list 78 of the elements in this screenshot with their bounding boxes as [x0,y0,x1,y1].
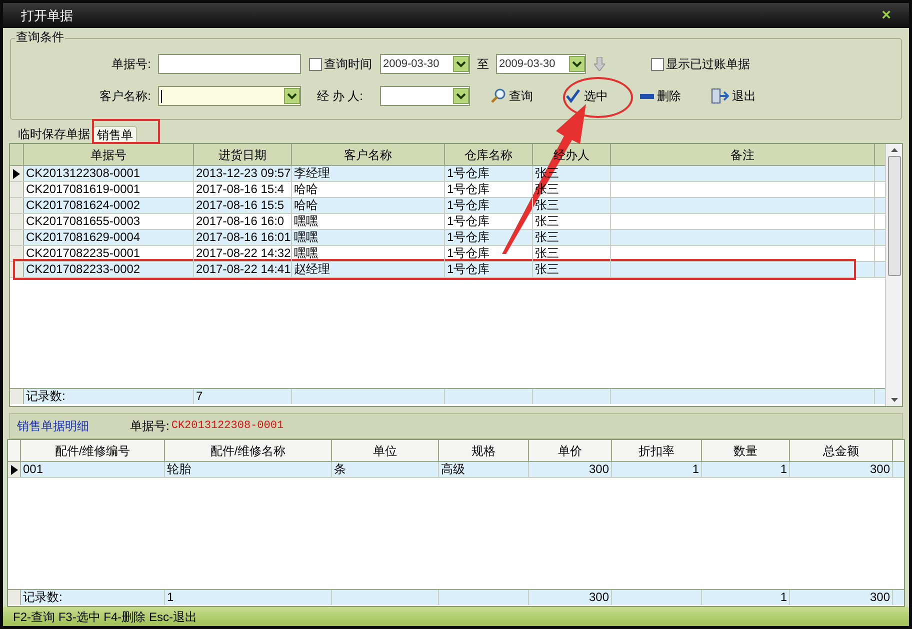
tab[interactable]: 销售单 [93,126,137,143]
table-cell: 300 [790,462,893,477]
footer-cell: 记录数: [24,389,194,404]
column-header[interactable]: 仓库名称 [445,144,533,165]
range-label: 至 [477,56,489,73]
table-cell: 李经理 [292,166,445,181]
footer-cell: 1 [702,590,790,605]
date-from-picker[interactable]: 2009-03-30 [380,54,470,74]
table-cell: 哈哈 [292,182,445,197]
column-header[interactable]: 配件/维修名称 [165,440,332,461]
table-cell: 嘿嘿 [292,214,445,229]
footer-cell: 1 [165,590,332,605]
footer-cell: 7 [194,389,292,404]
toolbar-button[interactable]: 删除 [640,85,681,107]
tab[interactable]: 临时保存单据 [15,126,93,143]
table-cell: 1号仓库 [445,166,533,181]
footer-cell: 300 [790,590,893,605]
shortcut-hint: F2-查询 F3-选中 F4-删除 Esc-退出 [13,608,198,626]
date-to-picker[interactable]: 2009-03-30 [496,54,586,74]
table-cell: 条 [332,462,439,477]
table-cell: 2013-12-23 09:57 [194,166,292,181]
table-cell: 1 [612,462,702,477]
table-cell: 2017-08-16 15:4 [194,182,292,197]
toolbar-button[interactable]: 查询 [490,85,533,107]
table-cell: 张三 [533,230,611,245]
table-cell: 1号仓库 [445,262,533,277]
column-header[interactable]: 总金额 [790,440,893,461]
date-value: 2009-03-30 [383,56,440,72]
table-cell: 轮胎 [165,462,332,477]
column-header[interactable]: 备注 [611,144,875,165]
table-cell: 张三 [533,214,611,229]
table-cell: 001 [21,462,165,477]
table-cell: 2017-08-16 15:5 [194,198,292,213]
column-header[interactable]: 单价 [529,440,612,461]
table-cell: 2017-08-16 16:0 [194,214,292,229]
column-header[interactable]: 配件/维修编号 [21,440,165,461]
doc-number: CK2013122308-0001 [171,418,284,434]
table-cell: 赵经理 [292,262,445,277]
checkbox-label: 显示已过账单据 [666,56,750,73]
table-cell: CK2017081624-0002 [24,198,194,213]
checkbox-label: 查询时间 [324,56,372,73]
column-header[interactable]: 折扣率 [612,440,702,461]
table-cell: 嘿嘿 [292,246,445,261]
column-header[interactable]: 数量 [702,440,790,461]
table-cell: CK2017081619-0001 [24,182,194,197]
table-cell: 嘿嘿 [292,230,445,245]
table-cell: 2017-08-22 14:32 [194,246,292,261]
table-cell: CK2017082235-0001 [24,246,194,261]
table-cell: 1 [702,462,790,477]
column-header[interactable]: 客户名称 [292,144,445,165]
toolbar-button[interactable]: 选中 [565,85,608,107]
window-title: 打开单据 [21,6,73,25]
field-label: 客户名称: [98,88,152,105]
column-header[interactable]: 单位 [332,440,439,461]
group-legend: 查询条件 [15,31,65,43]
date-value: 2009-03-30 [499,56,556,72]
field-label: 单据号: [110,56,152,73]
close-button[interactable]: × [882,8,891,24]
field-label: 经 办 人: [317,88,364,105]
table-cell: CK2013122308-0001 [24,166,194,181]
table-cell: CK2017081655-0003 [24,214,194,229]
toolbar-button[interactable]: 退出 [711,85,756,107]
table-cell: 300 [529,462,612,477]
column-header[interactable]: 规格 [439,440,529,461]
table-cell: 哈哈 [292,198,445,213]
column-header[interactable]: 单据号 [24,144,194,165]
table-cell: 2017-08-22 14:41 [194,262,292,277]
table-cell: 高级 [439,462,529,477]
table-cell: 张三 [533,262,611,277]
footer-cell: 记录数: [21,590,165,605]
table-cell: 张三 [533,246,611,261]
detail-title: 销售单据明细 [17,418,90,435]
doc-number-label: 单据号: [130,418,170,435]
table-cell: 2017-08-16 16:01 [194,230,292,245]
footer-cell: 300 [529,590,612,605]
table-cell: CK2017082233-0002 [24,262,194,277]
column-header[interactable]: 进货日期 [194,144,292,165]
table-cell: CK2017081629-0004 [24,230,194,245]
